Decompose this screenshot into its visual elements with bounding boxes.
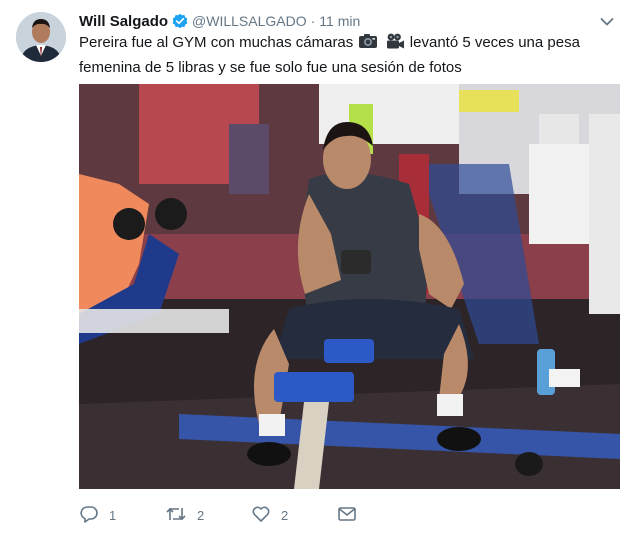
tweet-card[interactable]: Will Salgado @WILLSALGADO · 11 min Perei…: [0, 0, 630, 540]
author-name[interactable]: Will Salgado: [79, 13, 168, 30]
envelope-icon: [337, 504, 357, 527]
retweet-icon: [165, 504, 187, 527]
reply-count: 1: [109, 508, 117, 523]
direct-message-button[interactable]: [337, 504, 357, 527]
tweet-text: Pereira fue al GYM con muchas cámaras le…: [79, 32, 599, 79]
tweet-photo[interactable]: [79, 84, 620, 489]
camera-icon: [358, 32, 378, 57]
heart-icon: [251, 504, 271, 527]
author-handle[interactable]: @WILLSALGADO: [192, 13, 307, 29]
reply-icon: [79, 504, 99, 527]
reply-button[interactable]: 1: [79, 504, 116, 527]
chevron-down-icon[interactable]: [600, 14, 614, 26]
avatar[interactable]: [16, 12, 66, 62]
retweet-count: 2: [197, 508, 205, 523]
tweet-timestamp[interactable]: 11 min: [319, 13, 360, 29]
like-count: 2: [281, 508, 289, 523]
like-button[interactable]: 2: [251, 504, 288, 527]
avatar-image: [16, 12, 66, 62]
movie-camera-icon: [385, 32, 405, 57]
meta-separator: ·: [310, 13, 316, 29]
verified-badge-icon: [172, 13, 188, 29]
tweet-header: Will Salgado @WILLSALGADO · 11 min: [79, 11, 360, 31]
tweet-text-part-1: Pereira fue al GYM con muchas cámaras: [79, 34, 354, 51]
retweet-button[interactable]: 2: [165, 504, 204, 527]
gym-photo-image: [79, 84, 620, 489]
